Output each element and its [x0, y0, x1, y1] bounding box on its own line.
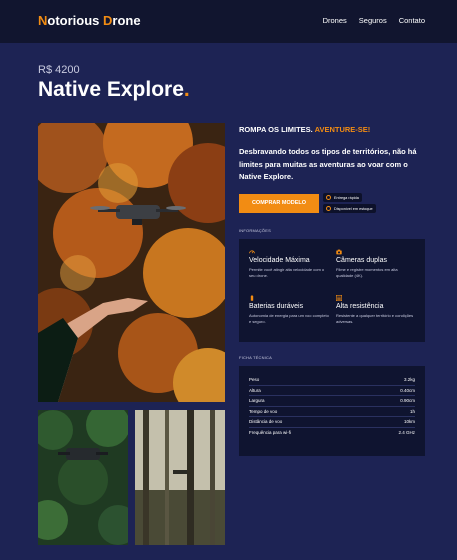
- feature-title: Baterias duráveis: [249, 303, 304, 310]
- product-slogan: ROMPA OS LIMITES. AVENTURE-SE!: [239, 125, 370, 134]
- spec-label: Altura: [249, 387, 261, 393]
- logo[interactable]: Notorious Drone: [38, 13, 141, 28]
- feature-title: Alta resistência: [336, 303, 384, 310]
- feature-title: Velocidade Máxima: [249, 257, 310, 264]
- spec-label: Tempo de voo: [249, 408, 278, 414]
- fast-delivery-label: Entrega rápida: [334, 195, 359, 200]
- product-title-text: Native Explore: [38, 78, 184, 101]
- spec-label: Peso: [249, 377, 260, 383]
- feature-desc: Autonomia de energia para um voo complet…: [249, 313, 329, 324]
- logo-text-2: rone: [112, 13, 141, 28]
- nav-links: Drones Seguros Contato: [323, 16, 425, 25]
- battery-icon: [250, 295, 254, 301]
- feature-title: Câmeras duplas: [336, 257, 387, 264]
- spec-label: Distância de voo: [249, 419, 283, 425]
- fast-delivery-badge: Entrega rápida: [323, 193, 362, 202]
- nav-link-drones[interactable]: Drones: [323, 16, 347, 25]
- camera-icon: [336, 249, 342, 255]
- logo-initial-n: N: [38, 13, 48, 28]
- spec-label: Largura: [249, 398, 265, 404]
- feature-desc: Resistente a qualquer território e condi…: [336, 313, 414, 324]
- spec-value: 0.90cm: [400, 398, 415, 404]
- spec-row: Largura 0.90cm: [249, 396, 415, 407]
- misty-forest-photo: [135, 410, 225, 545]
- drone-hand-photo: [38, 123, 225, 402]
- spec-row: Peso 3.2kg: [249, 375, 415, 386]
- truck-icon: [326, 195, 331, 200]
- product-price: R$ 4200: [38, 64, 80, 76]
- drone-forest-photo: [38, 410, 128, 545]
- spec-row: Tempo de voo 1h: [249, 407, 415, 417]
- slogan-main: ROMPA OS LIMITES.: [239, 125, 313, 134]
- spec-value: 0.40cm: [400, 387, 415, 393]
- gauge-icon: [249, 250, 255, 254]
- feature-cameras: Câmeras duplas Filme e registre momentos…: [336, 249, 416, 278]
- shield-lines-icon: [336, 295, 342, 301]
- logo-initial-d: D: [103, 13, 113, 28]
- in-stock-badge: Disponível em estoque: [323, 204, 376, 213]
- spec-value: 1h: [409, 408, 415, 414]
- spec-value: 3.2kg: [403, 377, 415, 383]
- spec-row: Distância de voo 10km: [249, 417, 415, 428]
- nav-link-seguros[interactable]: Seguros: [359, 16, 387, 25]
- specs-table: Peso 3.2kg Altura 0.40cm Largura 0.90cm Tem…: [239, 366, 425, 456]
- feature-resistance: Alta resistência Resistente a qualquer t…: [336, 295, 416, 324]
- feature-battery: Baterias duráveis Autonomia de energia p…: [249, 295, 329, 324]
- spec-label: Frequência para wi-fi: [249, 430, 292, 436]
- info-section-label: INFORMAÇÕES: [239, 228, 271, 233]
- features-card: Velocidade Máxima Permite você atingir a…: [239, 239, 425, 342]
- spec-row: Altura 0.40cm: [249, 386, 415, 396]
- product-title: Native Explore.: [38, 78, 190, 102]
- box-icon: [326, 206, 331, 211]
- feature-desc: Permite você atingir alta velocidade com…: [249, 267, 325, 278]
- title-dot: .: [183, 78, 190, 101]
- in-stock-label: Disponível em estoque: [334, 206, 373, 211]
- feature-desc: Filme e registre momentos em alta qualid…: [336, 267, 398, 278]
- spec-value: 2.4 GHz: [398, 430, 415, 436]
- spec-row: Frequência para wi-fi 2.4 GHz: [249, 428, 415, 439]
- feature-speed: Velocidade Máxima Permite você atingir a…: [249, 249, 329, 278]
- spec-value: 10km: [403, 419, 415, 425]
- logo-text-1: otorious: [47, 13, 103, 28]
- slogan-accent: AVENTURE-SE!: [314, 125, 371, 134]
- specs-section-label: FICHA TÉCNICA: [239, 355, 272, 360]
- product-description: Desbravando todos os tipos de território…: [239, 147, 417, 181]
- buy-model-button[interactable]: COMPRAR MODELO: [239, 194, 319, 213]
- navbar: Notorious Drone Drones Seguros Contato: [0, 0, 457, 43]
- nav-link-contato[interactable]: Contato: [399, 16, 425, 25]
